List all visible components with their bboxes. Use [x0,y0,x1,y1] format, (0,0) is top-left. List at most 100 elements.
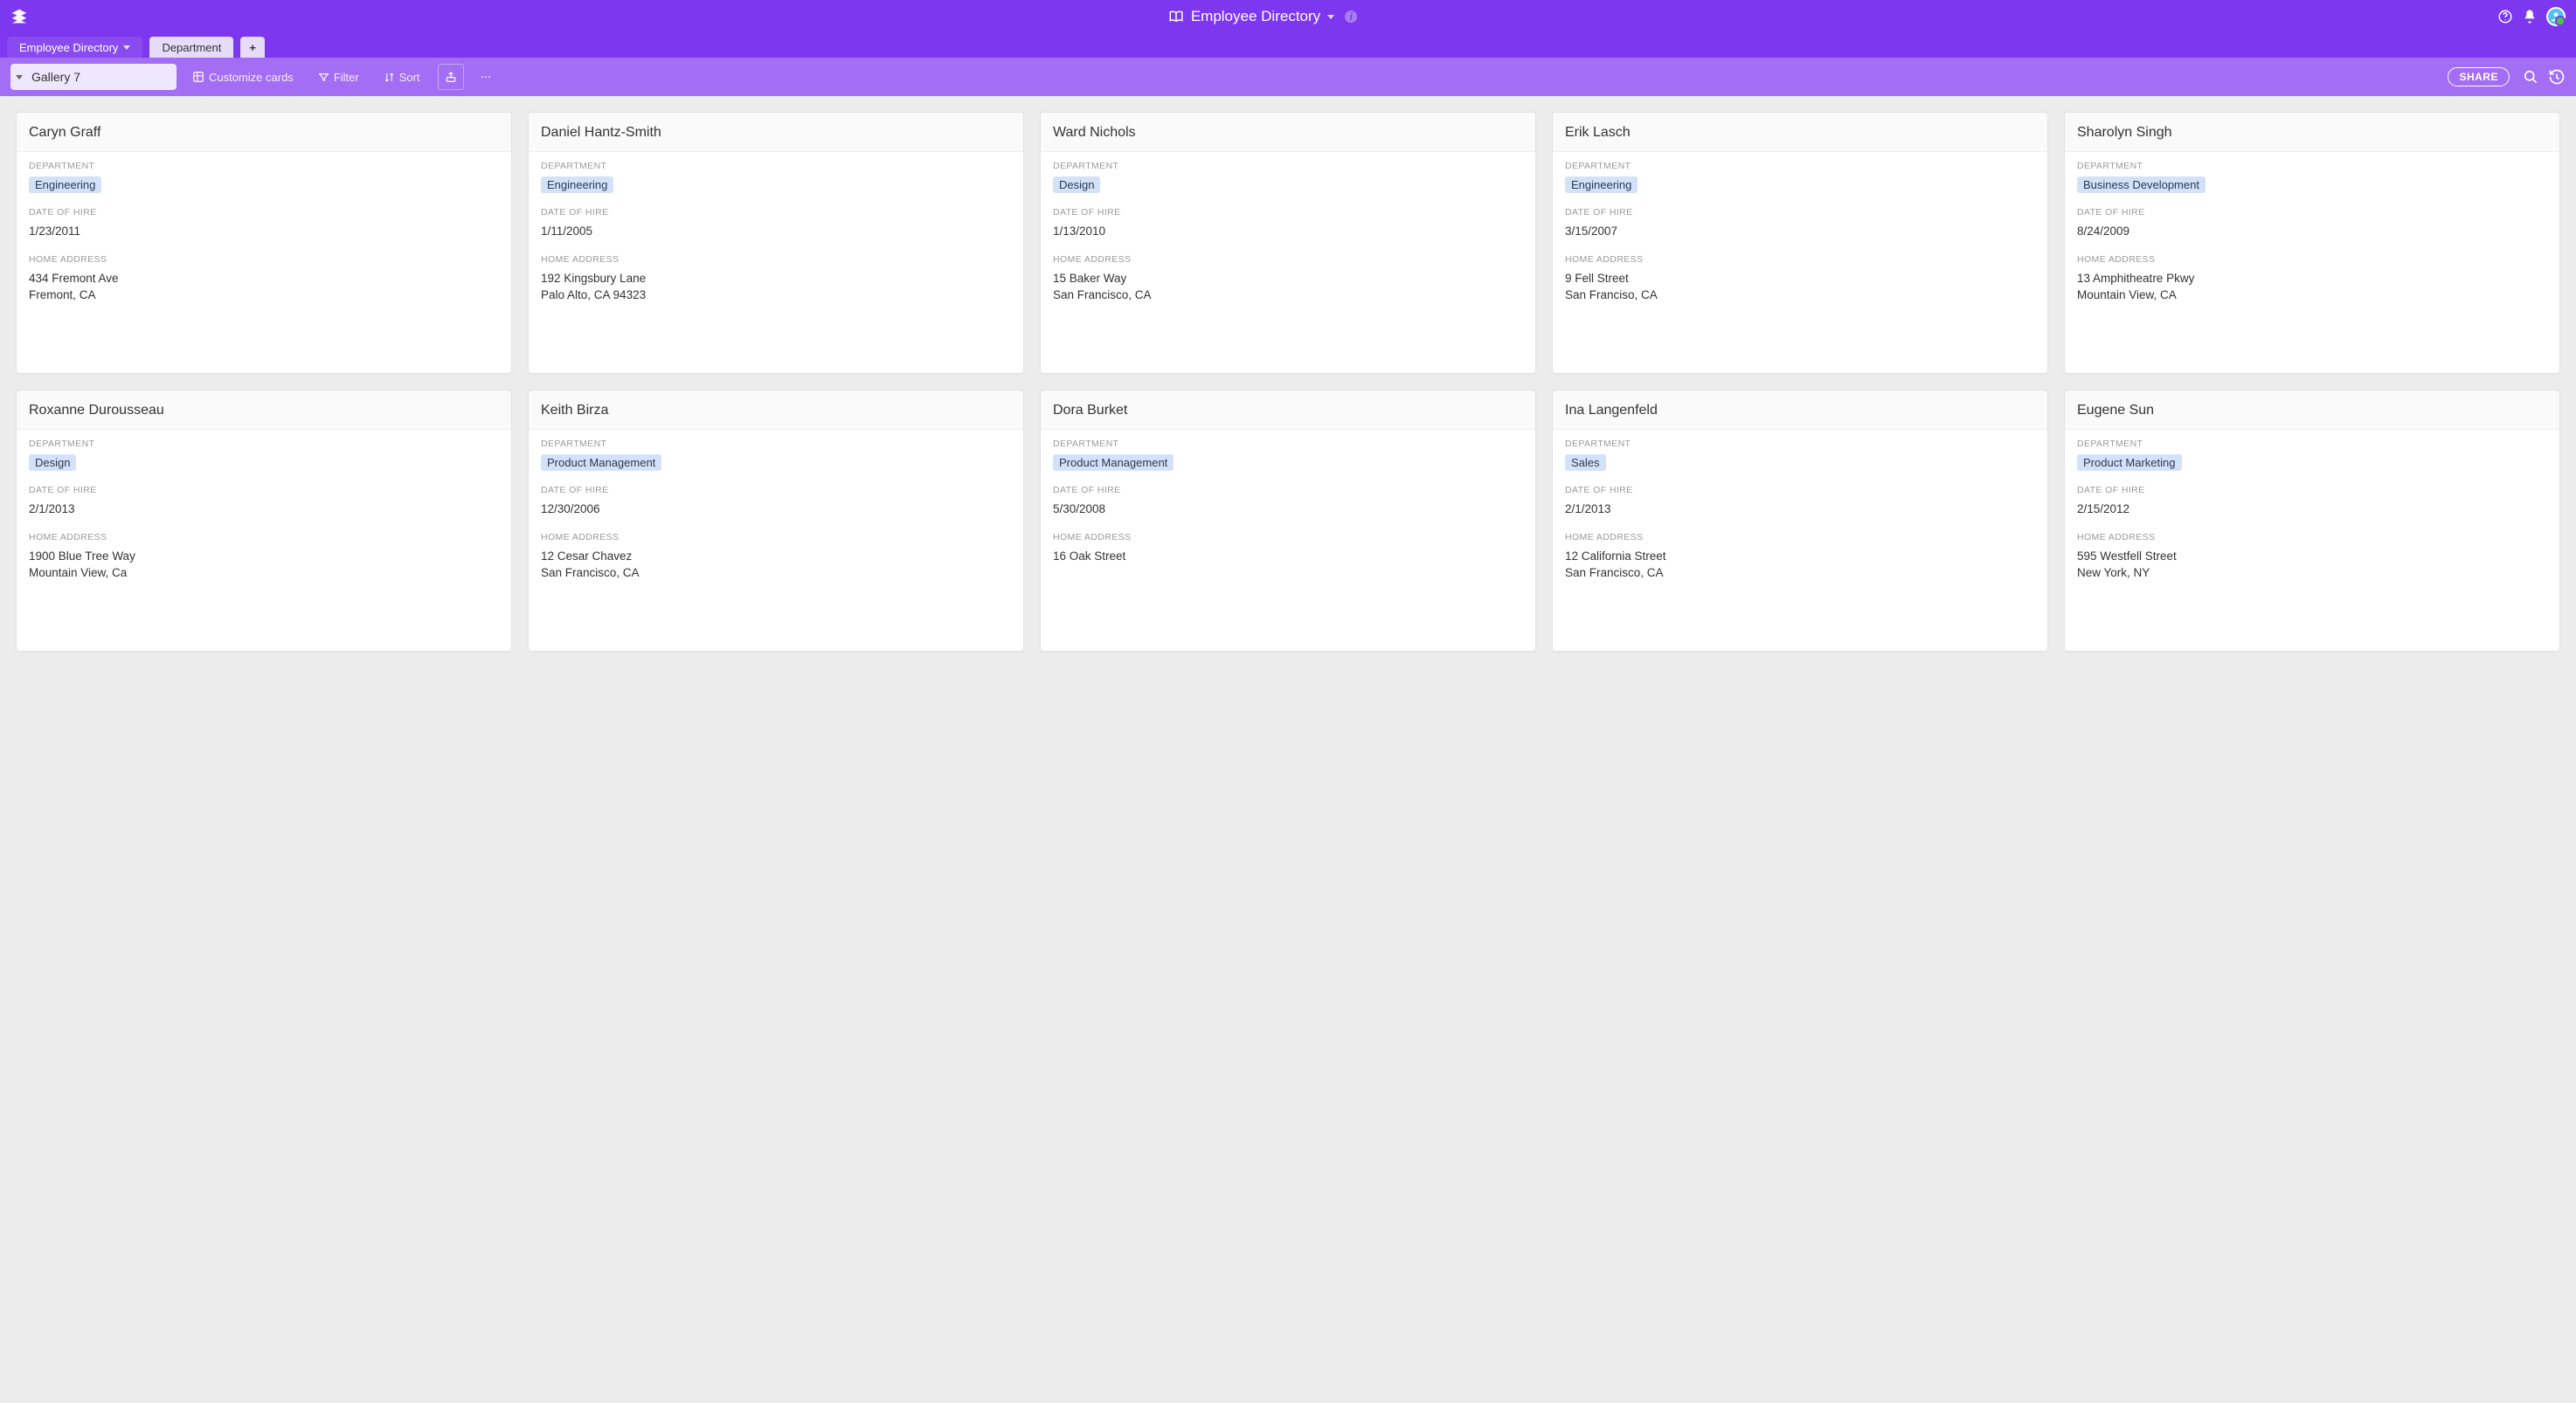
tab-label: Department [162,41,221,54]
tabs-bar: Employee Directory Department + [0,33,2576,58]
department-tag: Design [1053,176,1100,193]
hire-label: DATE OF HIRE [1053,485,1523,495]
view-selector[interactable]: Gallery 7 [10,64,177,90]
hire-label: DATE OF HIRE [1565,485,2035,495]
share-button[interactable]: SHARE [2448,67,2510,86]
address-label: HOME ADDRESS [1565,532,2035,543]
home-address: 434 Fremont Ave Fremont, CA [29,270,499,304]
department-label: DEPARTMENT [541,439,1011,449]
filter-button[interactable]: Filter [309,64,368,90]
employee-card[interactable]: Erik Lasch DEPARTMENT Engineering DATE O… [1552,112,2048,374]
hire-label: DATE OF HIRE [541,207,1011,218]
employee-card[interactable]: Daniel Hantz-Smith DEPARTMENT Engineerin… [528,112,1024,374]
address-label: HOME ADDRESS [2077,532,2547,543]
home-address: 16 Oak Street [1053,548,1523,565]
address-label: HOME ADDRESS [2077,254,2547,265]
home-address: 13 Amphitheatre Pkwy Mountain View, CA [2077,270,2547,304]
home-address: 1900 Blue Tree Way Mountain View, Ca [29,548,499,582]
share-icon [445,71,457,83]
department-label: DEPARTMENT [1053,161,1523,171]
tab-employee-directory[interactable]: Employee Directory [7,37,142,58]
card-name: Erik Lasch [1553,113,2047,152]
employee-card[interactable]: Caryn Graff DEPARTMENT Engineering DATE … [16,112,512,374]
hire-date: 12/30/2006 [541,501,1011,518]
hire-label: DATE OF HIRE [2077,207,2547,218]
info-icon[interactable]: i [1345,10,1357,23]
hire-label: DATE OF HIRE [1565,207,2035,218]
hire-date: 3/15/2007 [1565,223,2035,240]
hire-label: DATE OF HIRE [29,207,499,218]
more-options-button[interactable] [469,64,502,90]
sort-icon [384,72,395,83]
sort-label: Sort [399,71,420,84]
filter-label: Filter [334,71,359,84]
card-name: Keith Birza [529,390,1023,430]
department-tag: Product Marketing [2077,454,2182,471]
address-label: HOME ADDRESS [1053,532,1523,543]
share-label: SHARE [2459,71,2498,83]
department-label: DEPARTMENT [1565,161,2035,171]
address-label: HOME ADDRESS [1053,254,1523,265]
filter-icon [318,72,329,83]
sort-button[interactable]: Sort [375,64,429,90]
add-table-button[interactable]: + [240,37,265,58]
department-label: DEPARTMENT [2077,439,2547,449]
avatar[interactable] [2546,7,2566,26]
base-title-dropdown[interactable]: Employee Directory [1191,8,1334,25]
employee-card[interactable]: Ward Nichols DEPARTMENT Design DATE OF H… [1040,112,1536,374]
notifications-icon[interactable] [2522,9,2538,24]
card-name: Ward Nichols [1041,113,1535,152]
address-label: HOME ADDRESS [29,532,499,543]
hire-date: 5/30/2008 [1053,501,1523,518]
help-icon[interactable] [2497,9,2513,24]
plus-icon: + [249,41,256,54]
card-name: Daniel Hantz-Smith [529,113,1023,152]
card-name: Dora Burket [1041,390,1535,430]
home-address: 15 Baker Way San Francisco, CA [1053,270,1523,304]
book-icon [1168,9,1184,24]
department-label: DEPARTMENT [1053,439,1523,449]
department-tag: Design [29,454,76,471]
employee-card[interactable]: Ina Langenfeld DEPARTMENT Sales DATE OF … [1552,390,2048,652]
employee-card[interactable]: Eugene Sun DEPARTMENT Product Marketing … [2064,390,2560,652]
department-tag: Sales [1565,454,1606,471]
hire-date: 2/1/2013 [29,501,499,518]
tab-label: Employee Directory [19,41,118,54]
department-tag: Engineering [29,176,101,193]
share-export-button[interactable] [438,64,464,90]
gallery-view: Caryn Graff DEPARTMENT Engineering DATE … [0,96,2576,667]
base-title: Employee Directory [1191,8,1320,25]
home-address: 9 Fell Street San Franciso, CA [1565,270,2035,304]
home-address: 595 Westfell Street New York, NY [2077,548,2547,582]
address-label: HOME ADDRESS [541,532,1011,543]
hire-date: 2/1/2013 [1565,501,2035,518]
logo-icon[interactable] [10,8,28,25]
history-icon[interactable] [2548,68,2566,86]
hire-date: 1/23/2011 [29,223,499,240]
view-toolbar: Gallery 7 Customize cards Filter Sort SH… [0,58,2576,96]
customize-label: Customize cards [209,71,294,84]
grid-icon [192,71,204,83]
department-tag: Product Management [541,454,661,471]
department-tag: Engineering [541,176,613,193]
hire-label: DATE OF HIRE [2077,485,2547,495]
address-label: HOME ADDRESS [1565,254,2035,265]
department-label: DEPARTMENT [541,161,1011,171]
card-name: Ina Langenfeld [1553,390,2047,430]
department-tag: Engineering [1565,176,1638,193]
hire-date: 1/13/2010 [1053,223,1523,240]
home-address: 12 Cesar Chavez San Francisco, CA [541,548,1011,582]
chevron-down-icon [123,45,130,50]
customize-cards-button[interactable]: Customize cards [184,64,302,90]
card-name: Sharolyn Singh [2065,113,2559,152]
employee-card[interactable]: Dora Burket DEPARTMENT Product Managemen… [1040,390,1536,652]
employee-card[interactable]: Sharolyn Singh DEPARTMENT Business Devel… [2064,112,2560,374]
card-name: Caryn Graff [17,113,511,152]
view-name: Gallery 7 [31,70,80,84]
employee-card[interactable]: Keith Birza DEPARTMENT Product Managemen… [528,390,1024,652]
employee-card[interactable]: Roxanne Durousseau DEPARTMENT Design DAT… [16,390,512,652]
tab-department[interactable]: Department [149,37,233,58]
home-address: 12 California Street San Francisco, CA [1565,548,2035,582]
search-icon[interactable] [2522,68,2539,86]
hire-label: DATE OF HIRE [29,485,499,495]
